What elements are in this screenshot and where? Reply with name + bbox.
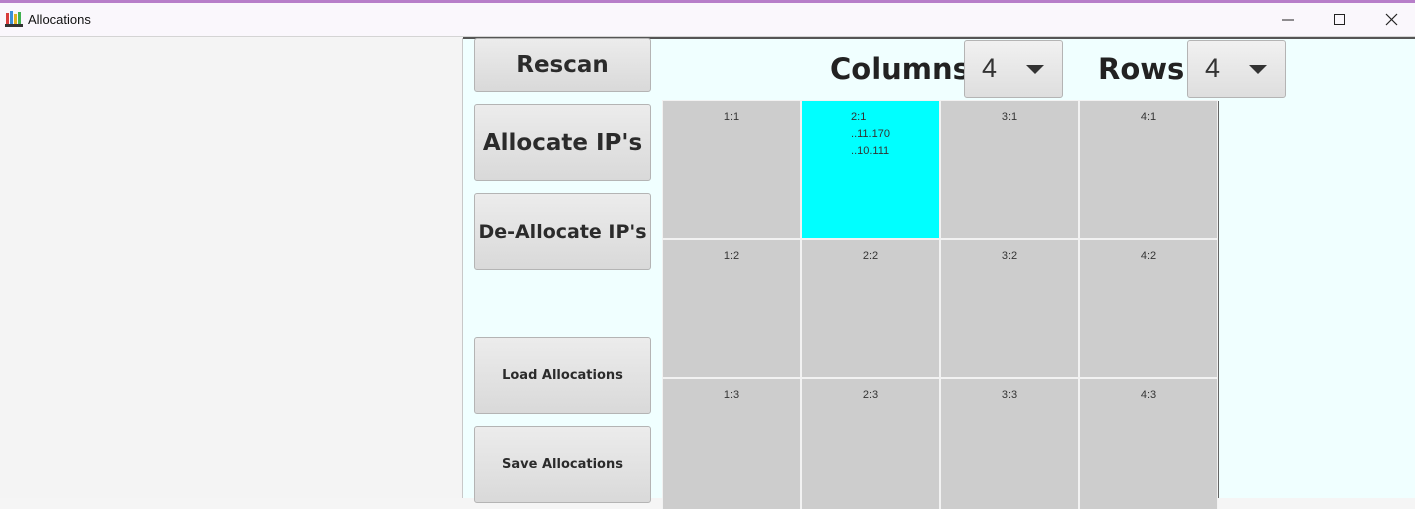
app-logo-icon — [5, 10, 23, 28]
load-allocations-button[interactable]: Load Allocations — [474, 337, 651, 414]
columns-label: Columns — [830, 52, 970, 86]
rescan-button[interactable]: Rescan — [474, 38, 651, 92]
grid-cell-label: 4:3 — [1140, 389, 1157, 401]
grid-cell-label: 4:2 — [1140, 250, 1157, 262]
grid-cell[interactable]: 4:3 — [1079, 378, 1218, 509]
maximize-icon — [1334, 14, 1345, 25]
title-bar: Allocations — [0, 3, 1415, 37]
grid-cell-label: 2:2 — [862, 250, 879, 262]
save-allocations-button[interactable]: Save Allocations — [474, 426, 651, 503]
minimize-button[interactable] — [1263, 3, 1313, 37]
grid-cell[interactable]: 1:3 — [662, 378, 801, 509]
grid-cell-label: 2:1 ..11.170 ..10.111 — [851, 111, 890, 157]
grid-cell-label: 1:2 — [723, 250, 740, 262]
grid-cell[interactable]: 2:1 ..11.170 ..10.111 — [801, 100, 940, 239]
grid-cell-label: 2:3 — [862, 389, 879, 401]
grid-cell[interactable]: 1:1 — [662, 100, 801, 239]
grid-cell[interactable]: 2:2 — [801, 239, 940, 378]
grid-cell[interactable]: 2:3 — [801, 378, 940, 509]
grid-cell[interactable]: 4:1 — [1079, 100, 1218, 239]
deallocate-ips-button[interactable]: De-Allocate IP's — [474, 193, 651, 270]
grid-cell[interactable]: 3:2 — [940, 239, 1079, 378]
grid-cell-label: 3:2 — [1001, 250, 1018, 262]
grid-cell-label: 1:3 — [723, 389, 740, 401]
chevron-down-icon — [1249, 65, 1267, 74]
allocate-ips-button[interactable]: Allocate IP's — [474, 104, 651, 181]
allocation-grid: 1:1 2:1 ..11.170 ..10.111 3:1 4:1 1:2 2:2 3:2 4… — [662, 100, 1219, 509]
window-title: Allocations — [28, 12, 91, 27]
rows-label: Rows — [1098, 52, 1185, 86]
grid-cell[interactable]: 3:3 — [940, 378, 1079, 509]
maximize-button[interactable] — [1315, 3, 1365, 37]
close-button[interactable] — [1367, 3, 1415, 37]
grid-cell-label: 3:3 — [1001, 389, 1018, 401]
close-icon — [1385, 13, 1398, 26]
minimize-icon — [1282, 19, 1294, 21]
grid-cell-label: 1:1 — [723, 111, 740, 123]
columns-value: 4 — [982, 53, 998, 83]
columns-select[interactable]: 4 — [964, 40, 1063, 98]
grid-cell-label: 4:1 — [1140, 111, 1157, 123]
rows-value: 4 — [1205, 53, 1221, 83]
rows-select[interactable]: 4 — [1187, 40, 1286, 98]
left-pane — [0, 38, 462, 498]
grid-cell[interactable]: 4:2 — [1079, 239, 1218, 378]
grid-cell[interactable]: 3:1 — [940, 100, 1079, 239]
grid-cell-label: 3:1 — [1001, 111, 1018, 123]
chevron-down-icon — [1026, 65, 1044, 74]
grid-cell[interactable]: 1:2 — [662, 239, 801, 378]
